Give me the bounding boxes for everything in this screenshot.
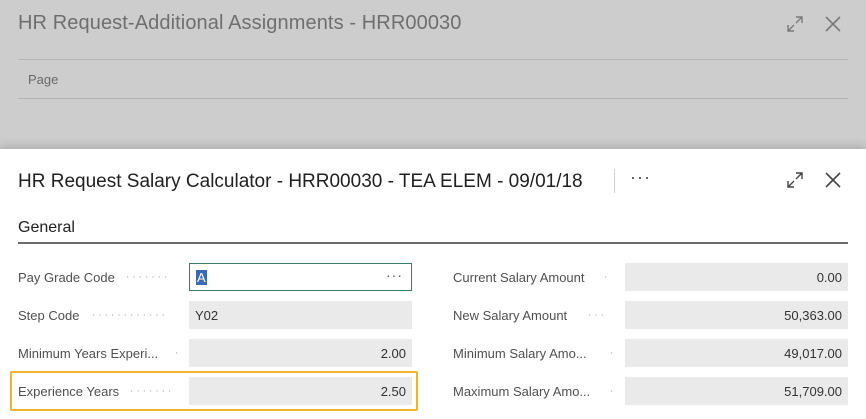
- background-window-controls: [784, 13, 844, 35]
- field-row-min-years-experience: Minimum Years Experi...: [18, 339, 158, 367]
- field-value: 49,017.00: [784, 345, 842, 361]
- field-value: 50,363.00: [784, 307, 842, 323]
- leader-dots: ·: [604, 271, 611, 283]
- field-row-max-salary: Maximum Salary Amo...: [453, 377, 590, 405]
- background-dialog: HR Request-Additional Assignments - HRR0…: [0, 0, 866, 150]
- min-salary-amount-input[interactable]: 49,017.00: [625, 339, 848, 367]
- focus-highlight: [10, 371, 418, 411]
- field-label: Minimum Years Experi...: [18, 345, 159, 361]
- field-label: New Salary Amount: [453, 307, 568, 323]
- field-row-pay-grade-code: Pay Grade Code: [18, 263, 115, 291]
- close-icon[interactable]: [822, 169, 844, 191]
- leader-dots: ·: [610, 385, 617, 397]
- field-value: 2.00: [380, 345, 406, 361]
- field-row-current-salary: Current Salary Amount: [453, 263, 585, 291]
- field-label: Minimum Salary Amo...: [453, 345, 587, 361]
- field-label: Current Salary Amount: [453, 269, 585, 285]
- field-value: 0.00: [816, 269, 842, 285]
- field-value: 51,709.00: [784, 383, 842, 399]
- field-label: Step Code: [18, 307, 80, 323]
- max-salary-amount-input[interactable]: 51,709.00: [625, 377, 848, 405]
- dialog-window-controls: [784, 169, 844, 191]
- field-row-step-code: Step Code: [18, 301, 79, 329]
- leader-dots: ·······: [126, 271, 171, 283]
- min-years-experience-input[interactable]: 2.00: [189, 339, 412, 367]
- field-label: Maximum Salary Amo...: [453, 383, 591, 399]
- divider: [18, 98, 848, 99]
- divider: [18, 59, 848, 60]
- selected-text: A: [196, 269, 207, 285]
- more-actions-button[interactable]: ···: [630, 167, 651, 188]
- title-separator: [614, 169, 615, 193]
- leader-dots: ·: [175, 347, 182, 359]
- pay-grade-code-input[interactable]: A ···: [189, 263, 412, 291]
- lookup-button[interactable]: ···: [386, 267, 403, 283]
- close-icon[interactable]: [822, 13, 844, 35]
- leader-dots: ···: [588, 309, 607, 321]
- menu-page[interactable]: Page: [28, 72, 58, 87]
- current-salary-amount-input[interactable]: 0.00: [625, 263, 848, 291]
- leader-dots: ············: [92, 309, 168, 321]
- field-value: Y02: [195, 307, 219, 323]
- dialog-title: HR Request Salary Calculator - HRR00030 …: [18, 171, 583, 192]
- background-dialog-title: HR Request-Additional Assignments - HRR0…: [18, 12, 462, 34]
- field-label: Pay Grade Code: [18, 269, 115, 285]
- expand-icon[interactable]: [784, 13, 806, 35]
- field-row-new-salary: New Salary Amount: [453, 301, 567, 329]
- section-divider: [18, 242, 848, 244]
- step-code-input[interactable]: Y02: [189, 301, 412, 329]
- field-row-min-salary: Minimum Salary Amo...: [453, 339, 587, 367]
- leader-dots: ·: [610, 347, 617, 359]
- new-salary-amount-input[interactable]: 50,363.00: [625, 301, 848, 329]
- salary-calculator-dialog: HR Request Salary Calculator - HRR00030 …: [0, 149, 866, 419]
- expand-icon[interactable]: [784, 169, 806, 191]
- section-title-general[interactable]: General: [18, 219, 75, 237]
